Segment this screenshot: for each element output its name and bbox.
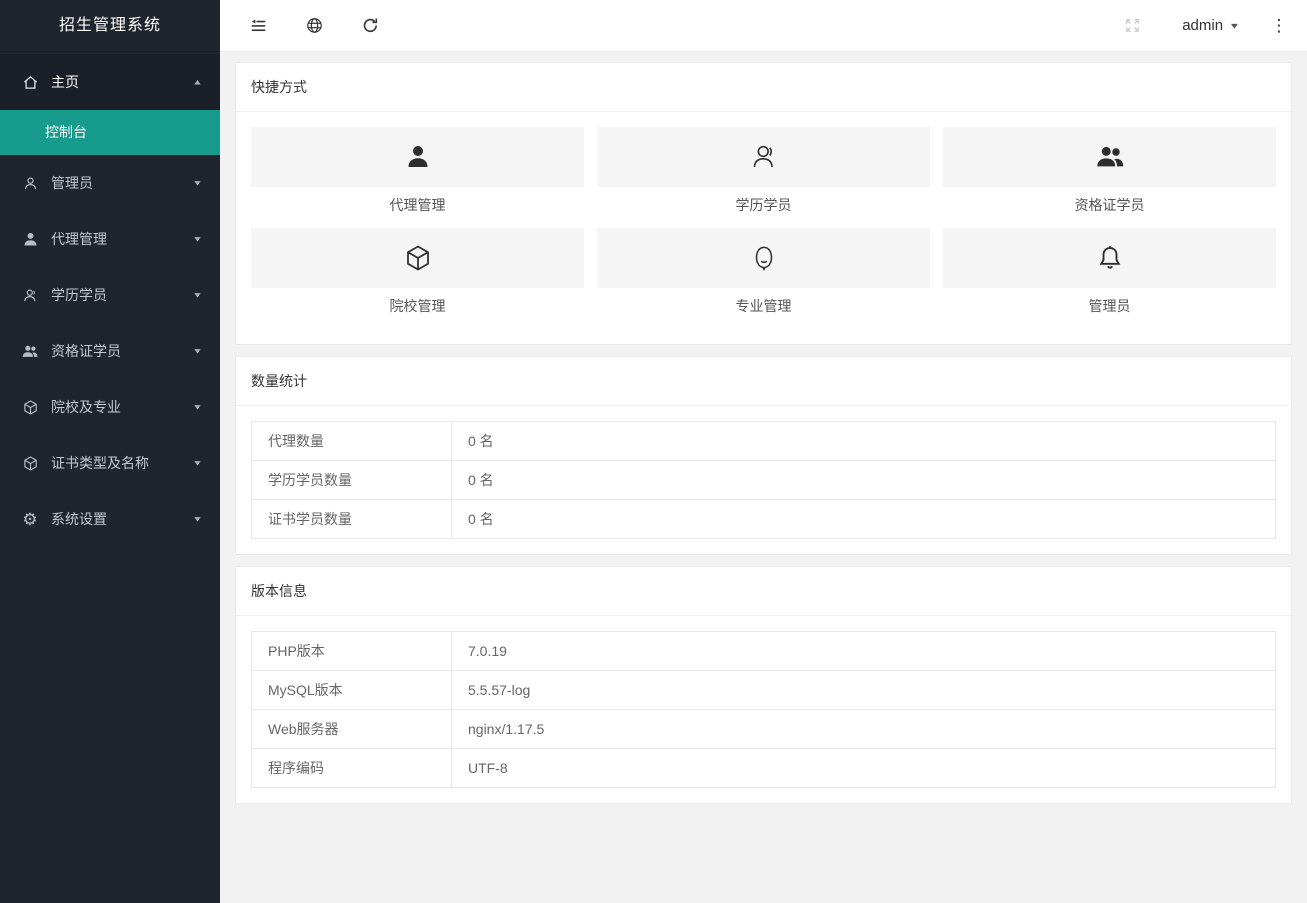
users-filled-icon: [20, 341, 40, 361]
sidebar-item-schools-majors[interactable]: 院校及专业 ▼: [0, 379, 220, 435]
sidebar-item-label: 主页: [51, 72, 79, 92]
topbar: admin ▼ ⋮: [220, 0, 1307, 52]
sidebar-item-cert-types[interactable]: 证书类型及名称 ▼: [0, 435, 220, 491]
user-filled-icon: [251, 127, 584, 187]
sidebar-item-admins[interactable]: 管理员 ▼: [0, 155, 220, 211]
sidebar-item-label: 证书类型及名称: [51, 453, 149, 473]
version-label: MySQL版本: [252, 671, 452, 710]
version-label: PHP版本: [252, 632, 452, 671]
sidebar-item-cert-students[interactable]: 资格证学员 ▼: [0, 323, 220, 379]
user-outline-icon: [597, 127, 930, 187]
cube-icon: [20, 397, 40, 417]
sidebar-item-home[interactable]: 主页 ▲: [0, 54, 220, 110]
caret-down-icon: ▼: [192, 515, 203, 524]
caret-down-icon: ▼: [192, 403, 203, 412]
sidebar-item-console[interactable]: 控制台: [0, 110, 220, 155]
shortcut-agents[interactable]: 代理管理: [251, 127, 584, 228]
cube-icon: [20, 453, 40, 473]
sidebar: 招生管理系统 主页 ▲ 控制台 管理员 ▼ 代理管理 ▼: [0, 0, 220, 903]
refresh-icon[interactable]: [342, 0, 398, 52]
collapse-menu-icon[interactable]: [230, 0, 286, 52]
username: admin: [1182, 17, 1223, 34]
kebab-menu-icon[interactable]: ⋮: [1257, 0, 1301, 52]
caret-down-icon: ▼: [192, 291, 203, 300]
table-row: MySQL版本 5.5.57-log: [252, 671, 1276, 710]
version-card: 版本信息 PHP版本 7.0.19 MySQL版本 5.5.57-log Web…: [235, 566, 1292, 804]
shortcut-majors[interactable]: 专业管理: [597, 228, 930, 329]
fullscreen-icon[interactable]: [1110, 0, 1154, 52]
table-row: 证书学员数量 0 名: [252, 500, 1276, 539]
version-card-title: 版本信息: [236, 567, 1291, 616]
version-label: Web服务器: [252, 710, 452, 749]
topbar-right: admin ▼ ⋮: [1110, 0, 1307, 52]
globe-icon[interactable]: [286, 0, 342, 52]
shortcut-label: 管理员: [943, 296, 1276, 316]
table-row: 学历学员数量 0 名: [252, 461, 1276, 500]
version-label: 程序编码: [252, 749, 452, 788]
shortcut-schools[interactable]: 院校管理: [251, 228, 584, 329]
topbar-left: [220, 0, 398, 52]
user-filled-icon: [20, 229, 40, 249]
version-value: 5.5.57-log: [452, 671, 1276, 710]
sidebar-item-label: 资格证学员: [51, 341, 121, 361]
users-filled-icon: [943, 127, 1276, 187]
sidebar-menu: 主页 ▲ 控制台 管理员 ▼ 代理管理 ▼ 学历学员 ▼: [0, 52, 220, 547]
shortcut-label: 代理管理: [251, 195, 584, 215]
stat-label: 证书学员数量: [252, 500, 452, 539]
bell-icon: [943, 228, 1276, 288]
stat-label: 学历学员数量: [252, 461, 452, 500]
app-title: 招生管理系统: [0, 0, 220, 52]
sidebar-item-settings[interactable]: ⚙ 系统设置 ▼: [0, 491, 220, 547]
table-row: Web服务器 nginx/1.17.5: [252, 710, 1276, 749]
shortcut-cert-students[interactable]: 资格证学员: [943, 127, 1276, 228]
sidebar-item-agents[interactable]: 代理管理 ▼: [0, 211, 220, 267]
stat-value: 0 名: [452, 461, 1276, 500]
main-content: 快捷方式 代理管理 学历学员: [220, 0, 1307, 830]
gear-icon: ⚙: [20, 509, 40, 529]
comment-icon: [597, 228, 930, 288]
sidebar-item-label: 院校及专业: [51, 397, 121, 417]
user-outline-icon: [20, 173, 40, 193]
stat-label: 代理数量: [252, 422, 452, 461]
version-table: PHP版本 7.0.19 MySQL版本 5.5.57-log Web服务器 n…: [251, 631, 1276, 788]
shortcuts-card-title: 快捷方式: [236, 63, 1291, 112]
user-dropdown[interactable]: admin ▼: [1154, 0, 1257, 52]
table-row: 程序编码 UTF-8: [252, 749, 1276, 788]
shortcut-degree-students[interactable]: 学历学员: [597, 127, 930, 228]
version-value: UTF-8: [452, 749, 1276, 788]
stat-value: 0 名: [452, 422, 1276, 461]
sidebar-item-label: 管理员: [51, 173, 93, 193]
cube-icon: [251, 228, 584, 288]
sidebar-item-label: 学历学员: [51, 285, 107, 305]
shortcut-label: 资格证学员: [943, 195, 1276, 215]
shortcut-label: 专业管理: [597, 296, 930, 316]
shortcuts-card: 快捷方式 代理管理 学历学员: [235, 62, 1292, 345]
version-value: nginx/1.17.5: [452, 710, 1276, 749]
shortcuts-grid: 代理管理 学历学员 资格证学员: [251, 127, 1276, 329]
caret-down-icon: ▼: [192, 347, 203, 356]
shortcut-label: 学历学员: [597, 195, 930, 215]
stats-card-title: 数量统计: [236, 357, 1291, 406]
stats-table: 代理数量 0 名 学历学员数量 0 名 证书学员数量 0 名: [251, 421, 1276, 539]
sidebar-item-label: 代理管理: [51, 229, 107, 249]
version-value: 7.0.19: [452, 632, 1276, 671]
stat-value: 0 名: [452, 500, 1276, 539]
shortcut-admins[interactable]: 管理员: [943, 228, 1276, 329]
home-icon: [20, 72, 40, 92]
caret-down-icon: ▼: [192, 459, 203, 468]
caret-down-icon: ▼: [1229, 21, 1241, 30]
caret-up-icon: ▲: [192, 78, 203, 87]
user-outline-icon: [20, 285, 40, 305]
table-row: PHP版本 7.0.19: [252, 632, 1276, 671]
table-row: 代理数量 0 名: [252, 422, 1276, 461]
sidebar-item-degree-students[interactable]: 学历学员 ▼: [0, 267, 220, 323]
shortcut-label: 院校管理: [251, 296, 584, 316]
caret-down-icon: ▼: [192, 179, 203, 188]
caret-down-icon: ▼: [192, 235, 203, 244]
stats-card: 数量统计 代理数量 0 名 学历学员数量 0 名 证书学员数量 0 名: [235, 356, 1292, 555]
sidebar-item-label: 系统设置: [51, 509, 107, 529]
